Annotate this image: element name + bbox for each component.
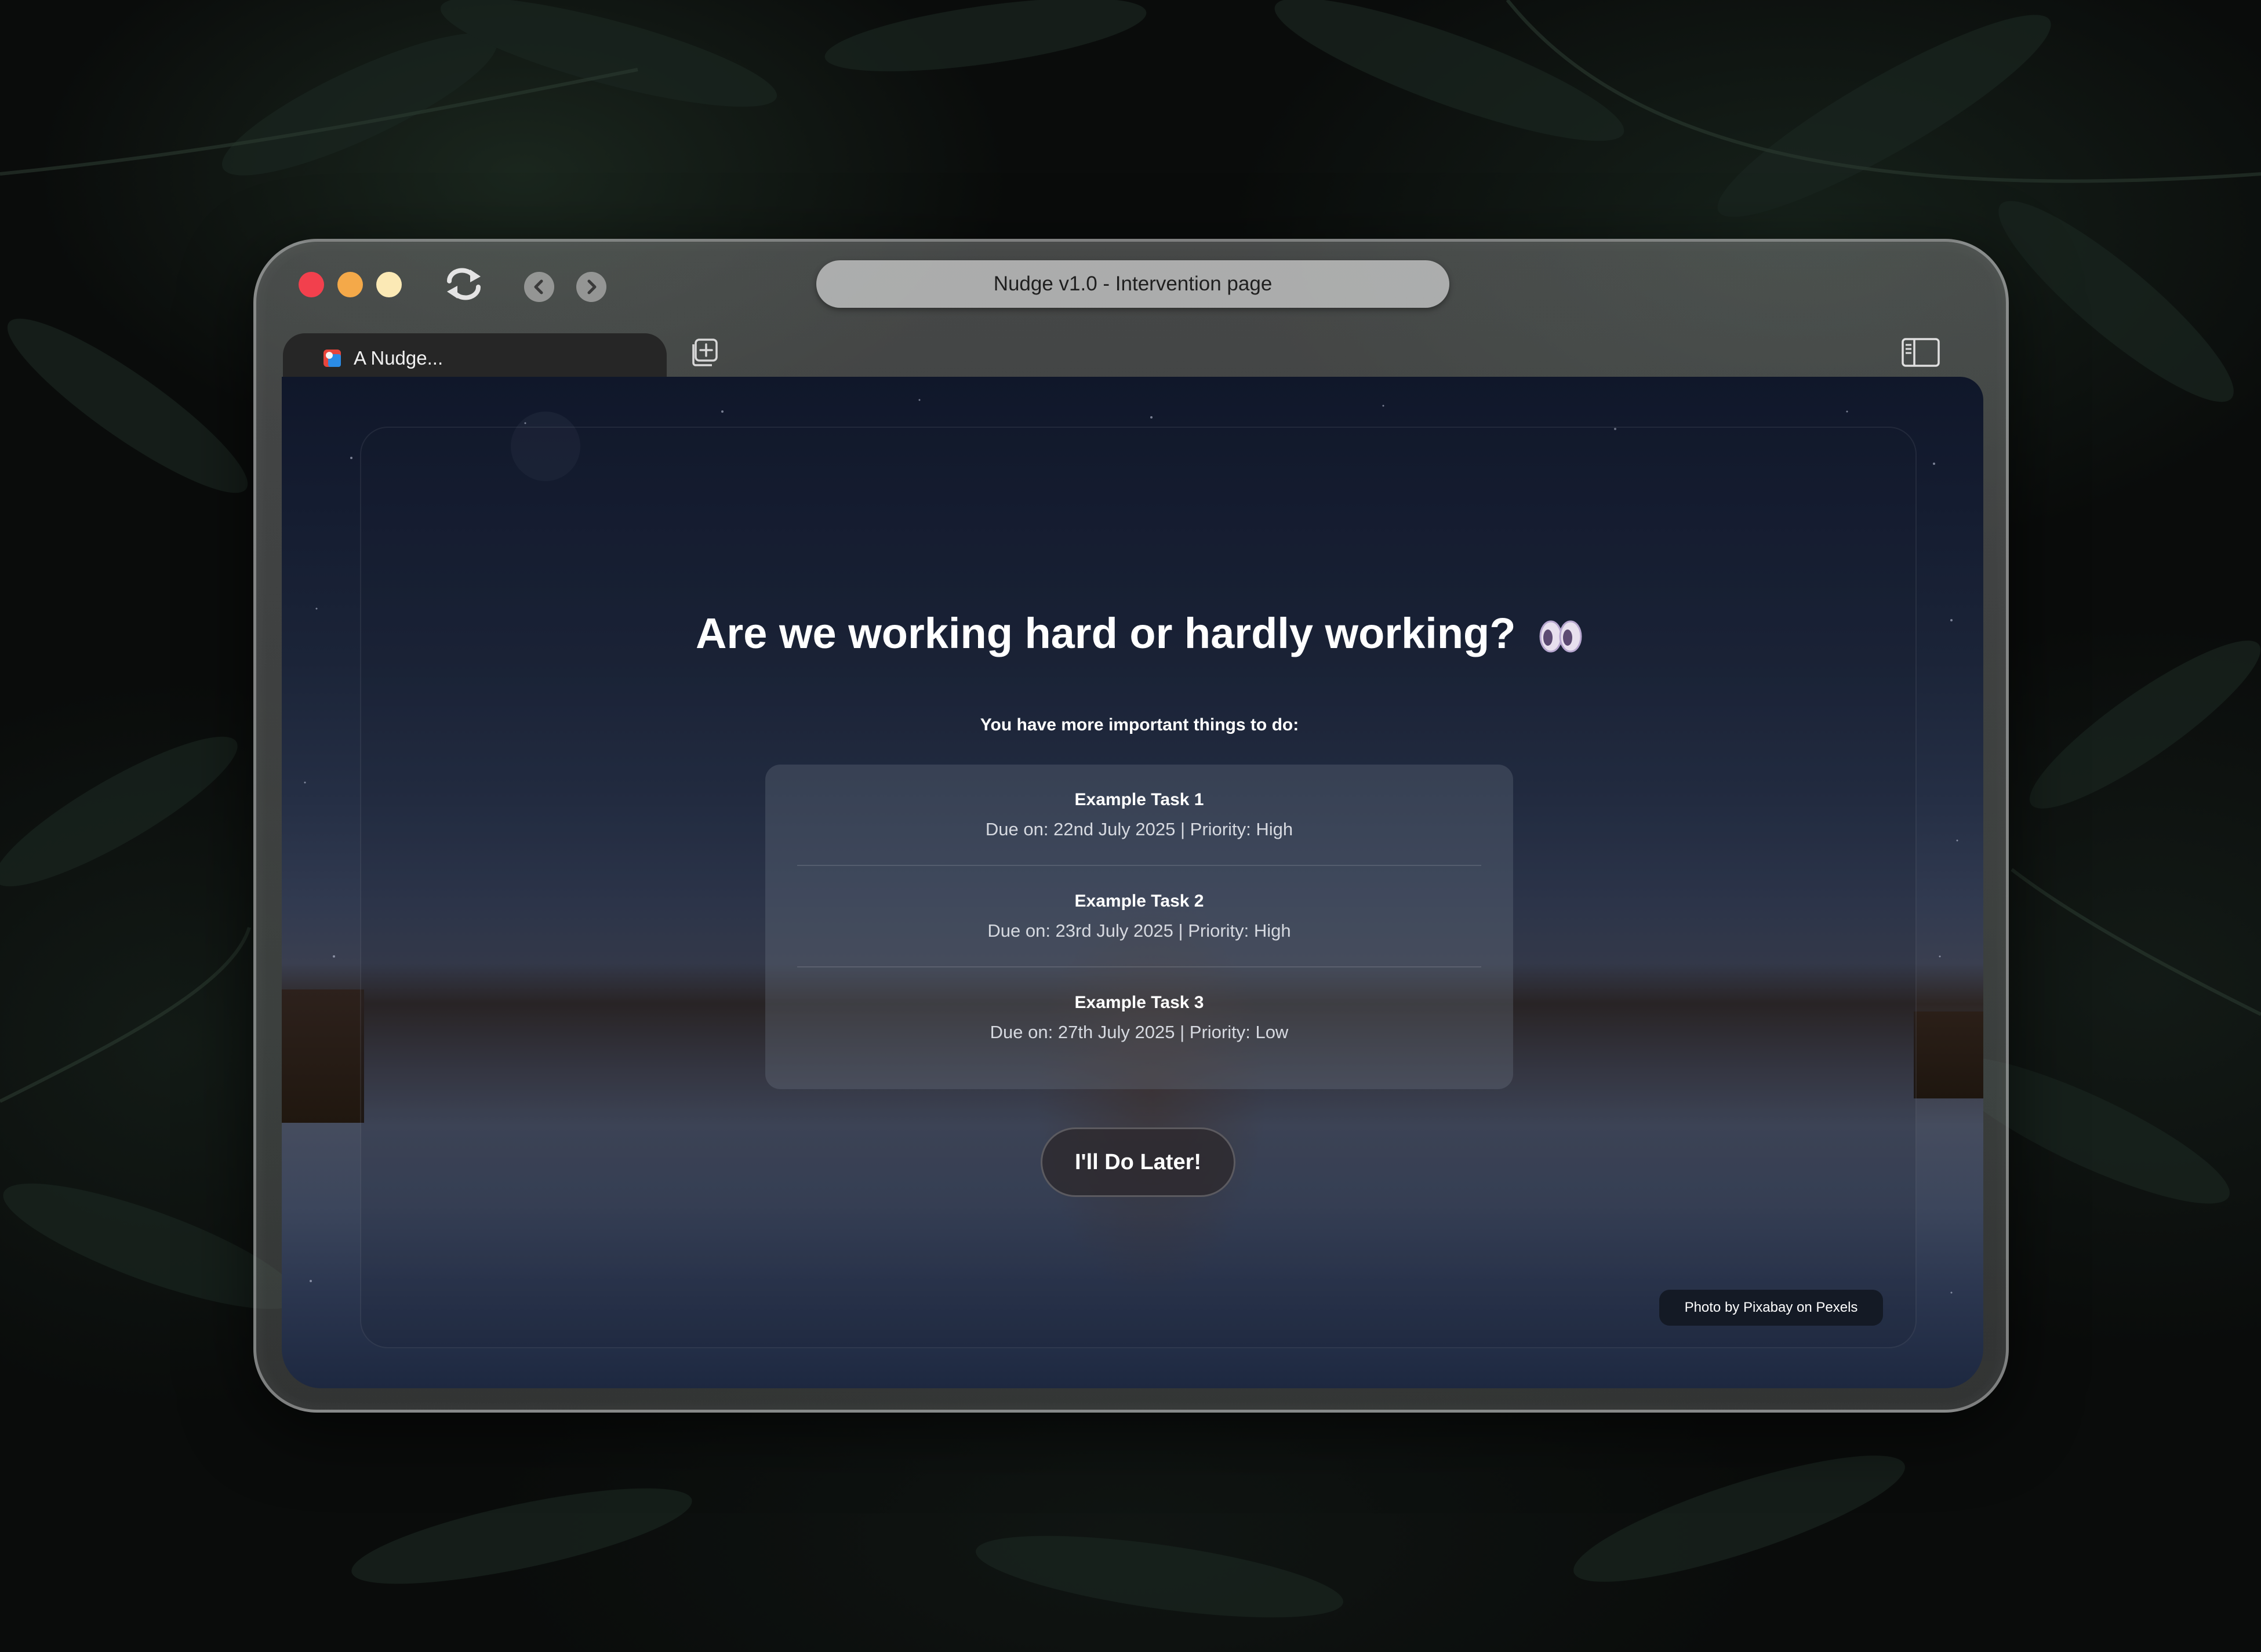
- refresh-icon[interactable]: [444, 266, 484, 302]
- desktop-background: Nudge v1.0 - Intervention page A Nudge..…: [0, 0, 2261, 1652]
- address-bar-title: Nudge v1.0 - Intervention page: [993, 272, 1273, 295]
- browser-tab[interactable]: A Nudge...: [283, 333, 667, 383]
- new-tab-icon[interactable]: [690, 337, 720, 367]
- page-heading-text: Are we working hard or hardly working?: [695, 609, 1516, 657]
- photo-credit[interactable]: Photo by Pixabay on Pexels: [1659, 1290, 1883, 1326]
- task-meta: Due on: 27th July 2025 | Priority: Low: [990, 1021, 1289, 1042]
- task-name: Example Task 2: [1074, 891, 1204, 911]
- task-item[interactable]: Example Task 1 Due on: 22nd July 2025 | …: [797, 765, 1481, 866]
- back-button[interactable]: [524, 272, 554, 302]
- chevron-left-icon: [534, 279, 543, 294]
- task-item[interactable]: Example Task 3 Due on: 27th July 2025 | …: [797, 967, 1481, 1068]
- tab-title: A Nudge...: [354, 347, 444, 369]
- chevron-right-icon: [587, 279, 597, 294]
- nudge-favicon-icon: [323, 349, 341, 367]
- browser-window: Nudge v1.0 - Intervention page A Nudge..…: [253, 239, 2009, 1413]
- task-name: Example Task 3: [1074, 992, 1204, 1012]
- shoreline-right: [1914, 1011, 1983, 1098]
- task-list: Example Task 1 Due on: 22nd July 2025 | …: [765, 765, 1513, 1089]
- intervention-card: Are we working hard or hardly working? Y…: [360, 427, 1917, 1348]
- close-window-button[interactable]: [299, 272, 324, 297]
- forward-button[interactable]: [576, 272, 606, 302]
- eyes-icon: [1539, 620, 1582, 653]
- address-bar[interactable]: Nudge v1.0 - Intervention page: [816, 260, 1449, 308]
- task-meta: Due on: 22nd July 2025 | Priority: High: [985, 818, 1293, 839]
- do-later-button[interactable]: I'll Do Later!: [1041, 1127, 1235, 1197]
- page-viewport: Are we working hard or hardly working? Y…: [282, 377, 1983, 1388]
- task-name: Example Task 1: [1074, 789, 1204, 809]
- subheading: You have more important things to do:: [980, 715, 1299, 734]
- maximize-window-button[interactable]: [376, 272, 402, 297]
- page-heading: Are we working hard or hardly working?: [361, 609, 1918, 658]
- shoreline-left: [282, 989, 364, 1123]
- task-meta: Due on: 23rd July 2025 | Priority: High: [987, 920, 1291, 941]
- sidebar-toggle-icon[interactable]: [1900, 337, 1941, 368]
- task-item[interactable]: Example Task 2 Due on: 23rd July 2025 | …: [797, 866, 1481, 967]
- minimize-window-button[interactable]: [337, 272, 363, 297]
